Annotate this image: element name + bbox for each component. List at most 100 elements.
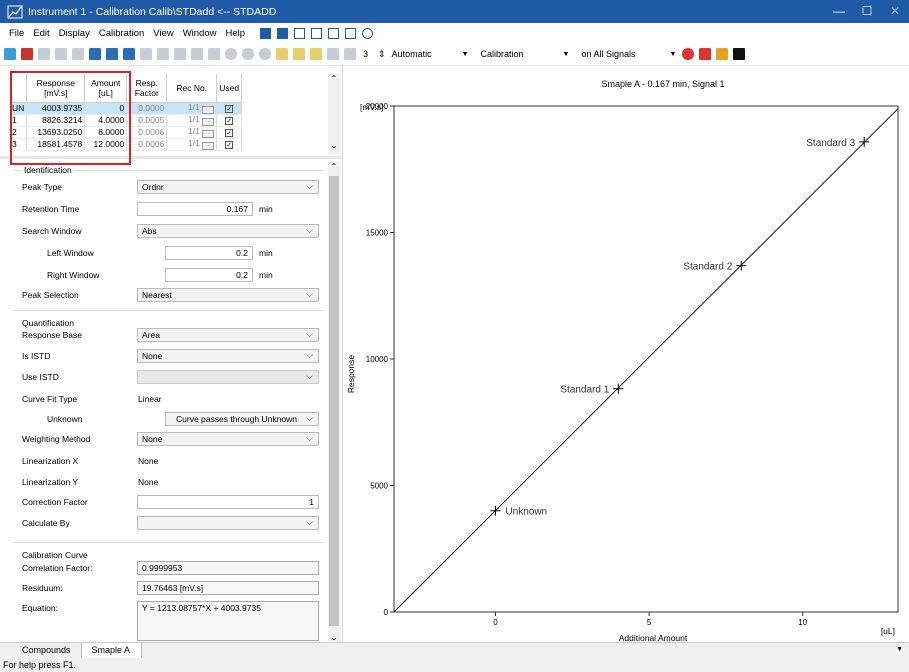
view-select-value: Calibration: [480, 49, 524, 59]
used-checkbox[interactable]: ✓: [225, 128, 234, 137]
chart-icon[interactable]: [294, 27, 306, 39]
preview-icon[interactable]: [106, 48, 118, 60]
menu-window[interactable]: Window: [183, 28, 217, 39]
correlation-field: 0.9999953: [137, 561, 319, 575]
col-header-resp-factor[interactable]: Resp. Factor: [126, 74, 168, 103]
menu-file[interactable]: File: [9, 28, 24, 39]
peak-icon-2[interactable]: [293, 48, 305, 60]
redo-icon[interactable]: [208, 48, 220, 60]
menu-help[interactable]: Help: [225, 28, 245, 39]
peak-icon-4[interactable]: [327, 48, 339, 60]
data-point-label: Unknown: [505, 507, 547, 518]
peak-type-select[interactable]: Ordnr: [137, 180, 319, 194]
cell-used[interactable]: ✓: [216, 138, 243, 151]
document-icon[interactable]: [311, 27, 323, 39]
stats-icon[interactable]: [699, 48, 712, 60]
calc-icon[interactable]: [89, 48, 101, 60]
scroll-down-icon[interactable]: ⌄: [328, 633, 340, 642]
zoom-in-icon[interactable]: [225, 48, 237, 60]
scroll-thumb[interactable]: [329, 176, 339, 626]
used-checkbox[interactable]: ✓: [225, 116, 234, 125]
copy-icon[interactable]: [157, 48, 169, 60]
menu-calibration[interactable]: Calibration: [99, 28, 144, 39]
tab-menu-arrow-icon[interactable]: ▼: [896, 646, 903, 653]
peak-icon-3[interactable]: [310, 48, 322, 60]
right-window-input[interactable]: 0.2: [165, 268, 253, 282]
color-icon[interactable]: [716, 48, 729, 60]
x-tick-label: 10: [798, 618, 807, 627]
cell-used[interactable]: ✓: [216, 114, 243, 127]
target-icon[interactable]: [362, 27, 374, 39]
menu-display[interactable]: Display: [59, 28, 90, 39]
used-checkbox[interactable]: ✓: [225, 104, 234, 113]
properties-scrollbar[interactable]: ⌃ ⌄: [328, 162, 340, 642]
peak-icon-5[interactable]: [344, 48, 356, 60]
mode-select[interactable]: Automatic ▼: [392, 49, 475, 59]
peak-selection-select[interactable]: Nearest: [137, 288, 319, 302]
table-scrollbar[interactable]: ⌃ ⌄: [328, 74, 340, 154]
cell-rec-no[interactable]: 1/1 ...: [166, 102, 218, 115]
minimize-button[interactable]: —: [825, 0, 853, 23]
print-icon[interactable]: [72, 48, 84, 60]
menu-edit[interactable]: Edit: [33, 28, 49, 39]
scroll-down-icon[interactable]: ⌄: [328, 141, 340, 150]
undo-icon[interactable]: [191, 48, 203, 60]
cell-used[interactable]: ✓: [216, 126, 243, 139]
paste-icon[interactable]: [174, 48, 186, 60]
menu-view[interactable]: View: [153, 28, 173, 39]
group-calibration-curve: Calibration Curve: [22, 550, 88, 560]
weighting-select[interactable]: None: [137, 432, 319, 446]
cell-rec-no[interactable]: 1/1 ...: [166, 138, 218, 151]
response-base-select[interactable]: Area: [137, 328, 319, 342]
save-icon[interactable]: [38, 48, 50, 60]
zoom-out-icon[interactable]: [242, 48, 254, 60]
scroll-up-icon[interactable]: ⌃: [328, 162, 340, 171]
retention-time-input[interactable]: 0.167: [137, 202, 253, 216]
browse-button[interactable]: ...: [202, 141, 215, 150]
dropdown-arrow-icon: ▼: [669, 50, 677, 58]
cell-rec-no[interactable]: 1/1 ...: [166, 114, 218, 127]
image-icon[interactable]: [345, 27, 357, 39]
sort-icon[interactable]: [260, 27, 272, 39]
correction-input[interactable]: 1: [137, 495, 319, 509]
left-window-unit: min: [259, 248, 273, 258]
open-icon[interactable]: [21, 48, 33, 60]
col-header-used[interactable]: Used: [216, 74, 243, 103]
close-button[interactable]: ✕: [881, 0, 909, 23]
signal-select[interactable]: on All Signals ▼: [581, 49, 682, 59]
curve-icon[interactable]: [682, 48, 695, 60]
left-window-input[interactable]: 0.2: [165, 246, 253, 260]
unknown-select[interactable]: Curve passes through Unknown: [165, 412, 319, 426]
level-spinner-icon[interactable]: ⇕: [378, 49, 386, 60]
used-checkbox[interactable]: ✓: [225, 140, 234, 149]
report-icon[interactable]: [328, 27, 340, 39]
cell-used[interactable]: ✓: [216, 102, 243, 115]
dropdown-arrow-icon: ▼: [562, 50, 570, 58]
calc-by-select[interactable]: [137, 516, 319, 530]
zoom-icon[interactable]: [259, 48, 271, 60]
tab-smaple-a[interactable]: Smaple A: [80, 643, 143, 659]
stop-icon[interactable]: [733, 48, 746, 60]
cell-rec-no[interactable]: 1/1 ...: [166, 126, 218, 139]
browse-button[interactable]: ...: [202, 105, 215, 114]
level-value[interactable]: 3: [363, 49, 368, 59]
printer-icon[interactable]: [123, 48, 135, 60]
save-as-icon[interactable]: [55, 48, 67, 60]
filter-icon[interactable]: [277, 27, 289, 39]
y-tick-label: 15000: [366, 229, 389, 238]
view-select[interactable]: Calibration ▼: [481, 49, 576, 59]
maximize-button[interactable]: ☐: [853, 0, 881, 23]
col-header-rec-no[interactable]: Rec No.: [166, 74, 218, 103]
scroll-up-icon[interactable]: ⌃: [328, 74, 340, 83]
browse-button[interactable]: ...: [202, 129, 215, 138]
use-istd-select[interactable]: [137, 370, 319, 384]
tab-compounds[interactable]: Compounds: [0, 643, 81, 659]
peak-icon-1[interactable]: [276, 48, 288, 60]
cell-resp-factor: 0.0006: [126, 126, 168, 139]
is-istd-select[interactable]: None: [137, 349, 319, 363]
calibration-chart[interactable]: Smaple A - 0.167 min, Signal 1 [mV.s] [u…: [343, 66, 909, 643]
browse-button[interactable]: ...: [202, 117, 215, 126]
cut-icon[interactable]: [140, 48, 152, 60]
search-window-select[interactable]: Abs: [137, 224, 319, 238]
new-icon[interactable]: [4, 48, 16, 60]
